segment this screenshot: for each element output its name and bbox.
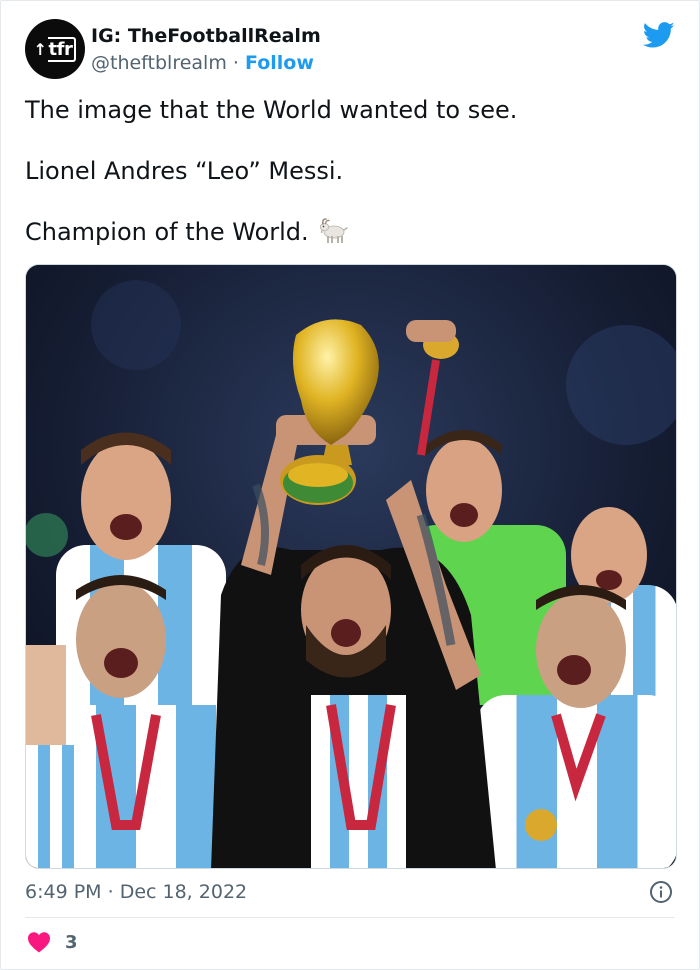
author-handle[interactable]: @theftblrealm	[91, 52, 227, 74]
avatar-text: tfr	[47, 36, 77, 62]
tweet-date: Dec 18, 2022	[119, 881, 248, 903]
follow-button[interactable]: Follow	[245, 52, 314, 74]
handle-separator: ·	[232, 52, 239, 74]
info-icon[interactable]	[649, 880, 673, 904]
tweet-text: The image that the World wanted to see. …	[25, 95, 675, 248]
author-handle-row: @theftblrealm · Follow	[91, 50, 314, 76]
divider	[25, 917, 675, 918]
avatar-logo: ↑ tfr	[34, 36, 77, 62]
tweet-line-2: Lionel Andres “Leo” Messi.	[25, 157, 344, 185]
tweet-card: ↑ tfr IG: TheFootballRealm @theftblrealm …	[0, 0, 700, 970]
tweet-line-3: Champion of the World.	[25, 217, 675, 248]
celebration-photo-image	[26, 265, 676, 868]
tweet-time: 6:49 PM	[25, 881, 102, 903]
tweet-line-1: The image that the World wanted to see.	[25, 96, 518, 124]
tweet-line-3-text: Champion of the World.	[25, 218, 309, 246]
like-count: 3	[65, 931, 78, 953]
tweet-photo[interactable]	[25, 264, 677, 869]
twitter-bird-icon[interactable]	[643, 19, 675, 51]
goat-emoji-icon	[319, 218, 348, 243]
heart-icon[interactable]	[27, 931, 51, 953]
like-row[interactable]: 3	[27, 931, 78, 953]
avatar[interactable]: ↑ tfr	[25, 19, 85, 79]
timestamp-separator: ·	[107, 881, 114, 903]
author-display-name[interactable]: IG: TheFootballRealm	[91, 23, 321, 49]
tweet-timestamp[interactable]: 6:49 PM · Dec 18, 2022	[25, 879, 247, 905]
